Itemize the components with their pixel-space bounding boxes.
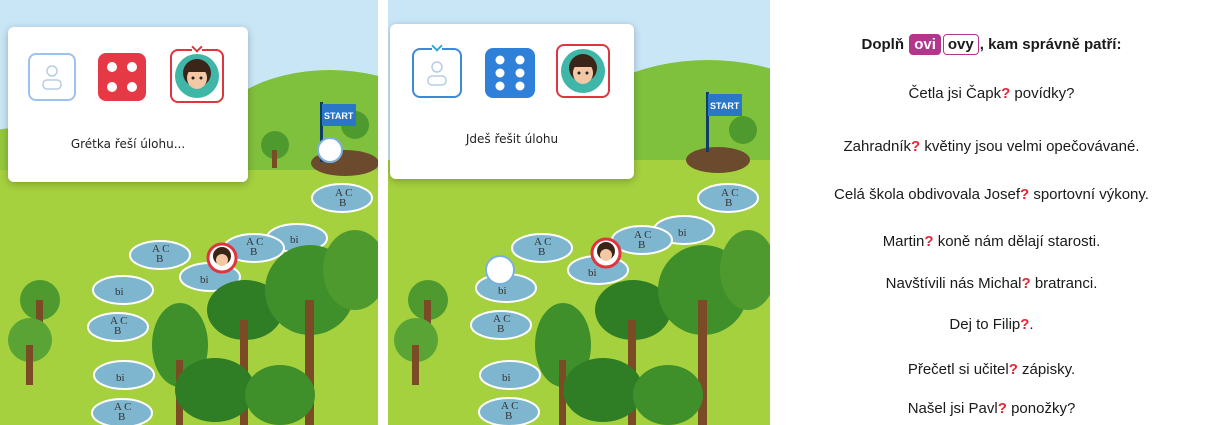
avatar xyxy=(170,45,224,103)
status-text: Grétka řeší úlohu... xyxy=(70,137,186,151)
sentence-4: Martin? koně nám dělají starosti. xyxy=(778,233,1205,250)
sentence-1: Četla jsi Čapk? povídky? xyxy=(778,85,1205,102)
status-text: Jdeš řešit úlohu xyxy=(465,132,559,146)
svg-text:bi: bi xyxy=(588,267,597,279)
svg-text:B: B xyxy=(250,246,257,258)
svg-text:bi: bi xyxy=(290,234,299,246)
game-board-left: A CB bi A CB A CB bi bi A CB bi A CB STA… xyxy=(0,0,378,425)
sentence-text: Martin xyxy=(882,233,925,250)
svg-text:bi: bi xyxy=(200,274,209,286)
status-card: Grétka řeší úlohu... xyxy=(8,27,248,182)
current-player-slot xyxy=(412,44,462,98)
status-card: Jdeš řešit úlohu xyxy=(390,24,634,179)
svg-text:B: B xyxy=(538,246,545,258)
svg-text:B: B xyxy=(725,197,732,209)
gap-marker[interactable]: ? xyxy=(1020,186,1029,203)
sentence-text: povídky? xyxy=(1010,85,1075,102)
user-icon xyxy=(42,65,62,90)
sentence-text: koně nám dělají starosti. xyxy=(933,233,1101,250)
game-board-middle: A CB bi A CB A CB bi bi A CB bi A CB STA… xyxy=(388,0,770,425)
sentence-text: květiny jsou velmi opečovávané. xyxy=(920,138,1140,155)
svg-text:B: B xyxy=(505,410,512,422)
girl-avatar-icon xyxy=(561,49,605,93)
gap-marker[interactable]: ? xyxy=(924,233,933,250)
option-ovy[interactable]: ovy xyxy=(942,34,979,55)
option-ovi[interactable]: ovi xyxy=(909,34,941,55)
sentence-3: Celá škola obdivovala Josef? sportovní v… xyxy=(778,186,1205,203)
svg-text:B: B xyxy=(638,239,645,251)
gap-marker[interactable]: ? xyxy=(911,138,920,155)
sentence-text: bratranci. xyxy=(1030,275,1098,292)
svg-text:B: B xyxy=(118,411,125,423)
die-icon[interactable] xyxy=(485,48,535,98)
sentence-6: Dej to Filip?. xyxy=(778,316,1205,333)
gap-marker[interactable]: ? xyxy=(1001,85,1010,102)
die-face-6 xyxy=(485,48,535,98)
svg-text:bi: bi xyxy=(498,285,507,297)
sentence-8: Našel jsi Pavl? ponožky? xyxy=(778,400,1205,417)
die-face-4 xyxy=(98,53,146,101)
instruction-suffix: , kam správně patří: xyxy=(979,36,1122,53)
gap-marker[interactable]: ? xyxy=(1009,361,1018,378)
sentence-text: sportovní výkony. xyxy=(1029,186,1149,203)
gap-marker[interactable]: ? xyxy=(998,400,1007,417)
sentence-text: Navštívili nás Michal xyxy=(885,275,1022,292)
sentence-text: Celá škola obdivovala Josef xyxy=(834,186,1020,203)
sentence-5: Navštívili nás Michal? bratranci. xyxy=(778,275,1205,292)
svg-text:B: B xyxy=(156,253,163,265)
svg-text:START: START xyxy=(710,101,740,111)
avatar xyxy=(556,44,610,98)
start-mud xyxy=(686,147,750,173)
task-panel: Doplň ovi ovy, kam správně patří: Četla j… xyxy=(778,0,1205,425)
svg-text:START: START xyxy=(324,111,354,121)
sentence-text: Našel jsi Pavl xyxy=(907,400,998,417)
empty-player-slot xyxy=(28,53,76,101)
sentence-7: Přečetl si učitel? zápisky. xyxy=(778,361,1205,378)
svg-text:B: B xyxy=(339,197,346,209)
sentence-text: zápisky. xyxy=(1017,361,1076,378)
svg-text:B: B xyxy=(114,325,121,337)
svg-text:bi: bi xyxy=(115,286,124,298)
task-instruction: Doplň ovi ovy, kam správně patří: xyxy=(778,34,1205,55)
gap-marker[interactable]: ? xyxy=(1022,275,1031,292)
sentence-2: Zahradník? květiny jsou velmi opečovávan… xyxy=(778,138,1205,155)
svg-text:bi: bi xyxy=(678,227,687,239)
svg-text:bi: bi xyxy=(502,372,511,384)
turn-marker-icon xyxy=(192,45,202,51)
sentence-text: . xyxy=(1029,316,1034,333)
user-icon xyxy=(427,61,447,86)
sentence-text: Dej to Filip xyxy=(949,316,1021,333)
sentence-text: Četla jsi Čapk xyxy=(908,85,1002,102)
sentence-text: ponožky? xyxy=(1006,400,1076,417)
svg-text:bi: bi xyxy=(116,372,125,384)
turn-marker-icon xyxy=(432,44,442,50)
sentence-text: Zahradník xyxy=(843,138,912,155)
die-icon[interactable] xyxy=(98,53,146,101)
girl-avatar-icon xyxy=(175,54,219,98)
sentence-text: Přečetl si učitel xyxy=(907,361,1009,378)
player-token-empty xyxy=(317,137,343,163)
svg-text:B: B xyxy=(497,323,504,335)
player-token-empty xyxy=(485,255,515,285)
instruction-prefix: Doplň xyxy=(861,36,905,53)
